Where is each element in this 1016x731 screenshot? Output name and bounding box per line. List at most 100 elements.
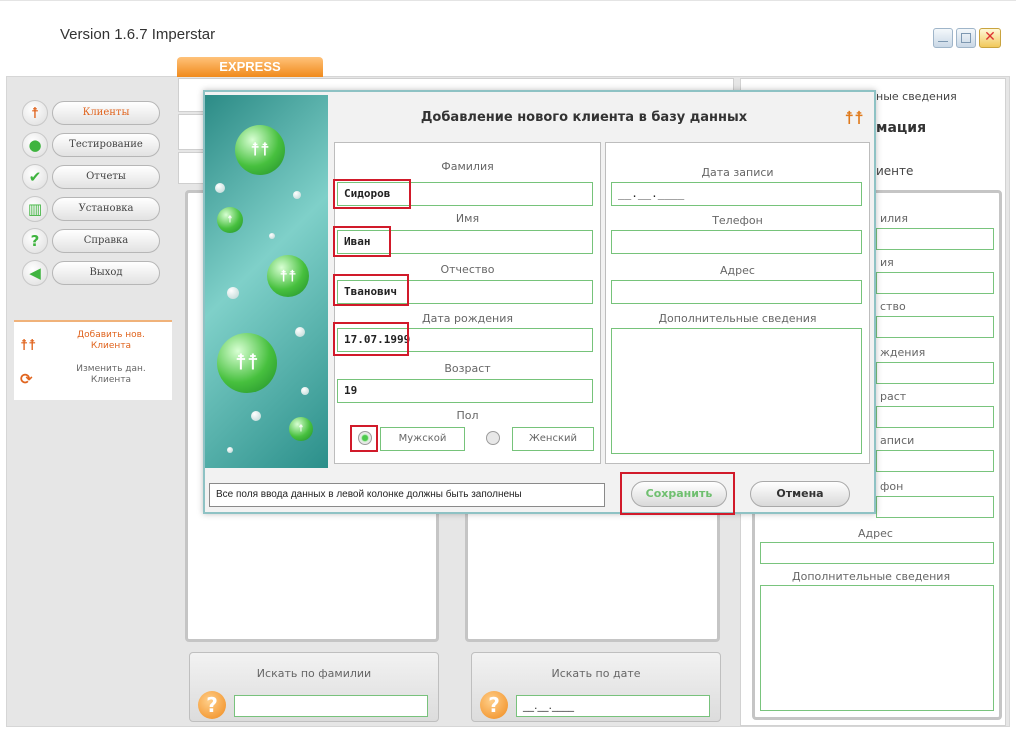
record-date-label: Дата записи bbox=[701, 166, 774, 179]
sidebar-item-help[interactable]: ? Справка bbox=[22, 226, 172, 256]
checkmark-icon: ✔ bbox=[22, 164, 48, 190]
user-icon: ● bbox=[22, 132, 48, 158]
right-label: раст bbox=[880, 390, 907, 403]
people-icon: ☨☨ bbox=[844, 108, 864, 129]
right-label: ия bbox=[880, 256, 894, 269]
dot-icon bbox=[251, 411, 261, 421]
sidebar-item-label[interactable]: Клиенты bbox=[52, 101, 160, 125]
right-header-2: мация bbox=[876, 120, 927, 136]
right-header-1: ные сведения bbox=[876, 90, 957, 103]
search-date-input[interactable]: __.__.____ bbox=[516, 695, 710, 717]
highlight-box bbox=[333, 226, 391, 257]
sidebar-item-reports[interactable]: ✔ Отчеты bbox=[22, 162, 172, 192]
search-surname-label: Искать по фамилии bbox=[256, 667, 372, 680]
highlight-box bbox=[333, 179, 411, 209]
exit-arrow-icon: ◀ bbox=[22, 260, 48, 286]
address-label: Адрес bbox=[720, 264, 755, 277]
extra-info-label: Дополнительные сведения bbox=[792, 570, 951, 583]
sidebar-item-label[interactable]: Справка bbox=[52, 229, 160, 253]
app-title: Version 1.6.7 Imperstar bbox=[60, 26, 216, 43]
dot-icon bbox=[227, 287, 239, 299]
search-by-surname: Искать по фамилии ? bbox=[189, 652, 439, 722]
dot-icon bbox=[295, 327, 305, 337]
extra-info-label: Дополнительные сведения bbox=[658, 312, 817, 325]
person-icon: ☨ bbox=[22, 100, 48, 126]
gender-female-button[interactable]: Женский bbox=[512, 427, 594, 451]
close-icon: ✕ bbox=[984, 29, 996, 45]
add-client-label[interactable]: Добавить нов. Клиента bbox=[56, 330, 166, 352]
right-label: ство bbox=[880, 300, 906, 313]
highlight-box bbox=[620, 472, 735, 515]
sidebar: ☨ Клиенты ● Тестирование ✔ Отчеты ▥ Уста… bbox=[12, 98, 172, 316]
help-icon[interactable]: ? bbox=[198, 691, 226, 719]
right-header-3: иенте bbox=[876, 164, 914, 178]
highlight-box bbox=[333, 322, 409, 356]
people-bubble-icon: ☨☨ bbox=[235, 125, 285, 175]
sidebar-item-label[interactable]: Отчеты bbox=[52, 165, 160, 189]
gender-female-radio[interactable] bbox=[486, 431, 500, 445]
right-label: аписи bbox=[880, 434, 915, 447]
people-bubble-icon: ☨☨ bbox=[267, 255, 309, 297]
address-input[interactable] bbox=[611, 280, 862, 304]
tab-express[interactable]: EXPRESS bbox=[177, 57, 323, 77]
address-field[interactable] bbox=[760, 542, 994, 564]
extra-info-field[interactable] bbox=[760, 585, 994, 711]
sidebar-item-setup[interactable]: ▥ Установка bbox=[22, 194, 172, 224]
help-icon[interactable]: ? bbox=[480, 691, 508, 719]
right-field[interactable] bbox=[876, 406, 994, 428]
validation-notice: Все поля ввода данных в левой колонке до… bbox=[209, 483, 605, 507]
dialog-illustration: ☨☨ ☨ ☨☨ ☨☨ ☨ bbox=[205, 95, 328, 468]
search-surname-input[interactable] bbox=[234, 695, 428, 717]
search-date-label: Искать по дате bbox=[551, 667, 641, 680]
client-actions: ☨☨ Добавить нов. Клиента ⟳ Изменить дан.… bbox=[14, 320, 172, 400]
phone-input[interactable] bbox=[611, 230, 862, 254]
sidebar-item-label[interactable]: Установка bbox=[52, 197, 160, 221]
address-label: Адрес bbox=[858, 527, 893, 540]
dot-icon bbox=[215, 183, 225, 193]
dot-icon bbox=[293, 191, 301, 199]
dot-icon bbox=[269, 233, 275, 239]
right-field[interactable] bbox=[876, 362, 994, 384]
chart-icon: ▥ bbox=[22, 196, 48, 222]
phone-label: Телефон bbox=[712, 214, 763, 227]
sidebar-item-label[interactable]: Выход bbox=[52, 261, 160, 285]
add-client-action[interactable]: ☨☨ Добавить нов. Клиента bbox=[18, 330, 168, 360]
right-field[interactable] bbox=[876, 272, 994, 294]
edit-client-label[interactable]: Изменить дан. Клиента bbox=[56, 364, 166, 386]
maximize-button[interactable] bbox=[956, 28, 976, 48]
gender-label: Пол bbox=[456, 409, 479, 422]
right-field[interactable] bbox=[876, 228, 994, 250]
close-button[interactable]: ✕ bbox=[979, 28, 1001, 48]
surname-label: Фамилия bbox=[441, 160, 494, 173]
people-bubble-icon: ☨ bbox=[289, 417, 313, 441]
question-icon: ? bbox=[22, 228, 48, 254]
edit-client-action[interactable]: ⟳ Изменить дан. Клиента bbox=[18, 364, 168, 394]
sidebar-item-label[interactable]: Тестирование bbox=[52, 133, 160, 157]
sidebar-item-exit[interactable]: ◀ Выход bbox=[22, 258, 172, 288]
highlight-box bbox=[350, 425, 378, 452]
people-bubble-icon: ☨ bbox=[217, 207, 243, 233]
dialog-header: Добавление нового клиента в базу данных … bbox=[334, 98, 874, 140]
dialog-title: Добавление нового клиента в базу данных bbox=[420, 110, 748, 125]
dot-icon bbox=[227, 447, 233, 453]
record-date-input[interactable]: __.__.____ bbox=[611, 182, 862, 206]
right-label: илия bbox=[880, 212, 908, 225]
sidebar-item-testing[interactable]: ● Тестирование bbox=[22, 130, 172, 160]
right-field[interactable] bbox=[876, 496, 994, 518]
search-by-date: Искать по дате ? __.__.____ bbox=[471, 652, 721, 722]
refresh-icon: ⟳ bbox=[20, 370, 33, 388]
sidebar-item-clients[interactable]: ☨ Клиенты bbox=[22, 98, 172, 128]
people-icon: ☨☨ bbox=[20, 336, 37, 354]
right-field[interactable] bbox=[876, 316, 994, 338]
minimize-button[interactable] bbox=[933, 28, 953, 48]
right-field[interactable] bbox=[876, 450, 994, 472]
gender-male-button[interactable]: Мужской bbox=[380, 427, 465, 451]
cancel-button[interactable]: Отмена bbox=[750, 481, 850, 507]
highlight-box bbox=[333, 274, 409, 306]
right-label: ждения bbox=[880, 346, 926, 359]
age-label: Возраст bbox=[444, 362, 491, 375]
age-input[interactable]: 19 bbox=[337, 379, 593, 403]
extra-info-input[interactable] bbox=[611, 328, 862, 454]
people-bubble-icon: ☨☨ bbox=[217, 333, 277, 393]
name-label: Имя bbox=[455, 212, 480, 225]
